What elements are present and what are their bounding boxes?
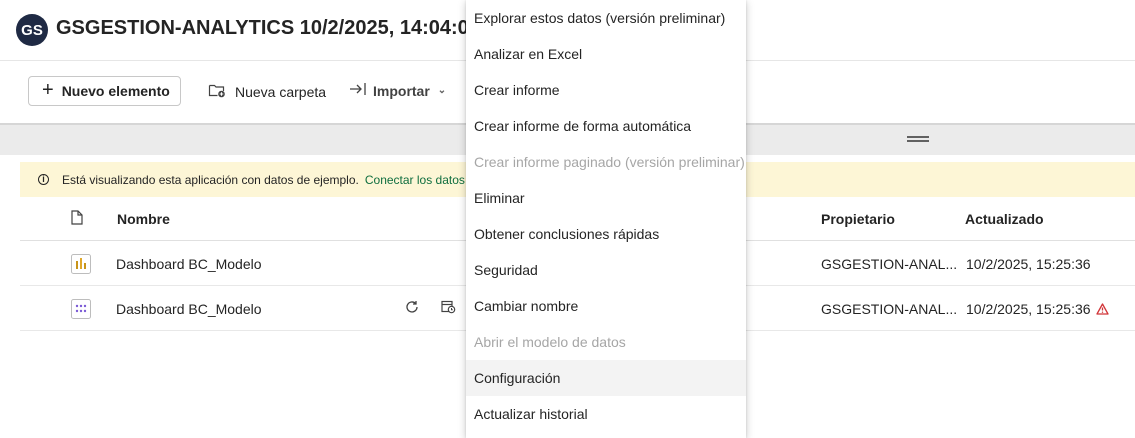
menu-item[interactable]: Crear informe	[466, 72, 746, 108]
menu-item[interactable]: Obtener conclusiones rápidas	[466, 216, 746, 252]
menu-item[interactable]: Crear informe de forma automática	[466, 108, 746, 144]
import-button[interactable]: Importar ⌄	[349, 82, 446, 99]
info-icon: i	[38, 174, 49, 185]
warning-icon[interactable]	[1096, 302, 1109, 318]
menu-item[interactable]: Actualizar historial	[466, 396, 746, 432]
file-type-icon	[71, 210, 83, 228]
item-owner: GSGESTION-ANAL...	[821, 256, 958, 272]
connect-data-link[interactable]: Conectar los datos	[365, 173, 465, 187]
column-name[interactable]: Nombre	[117, 211, 170, 227]
item-name[interactable]: Dashboard BC_Modelo	[116, 256, 262, 272]
schedule-refresh-icon[interactable]	[441, 300, 456, 317]
resize-grip-icon[interactable]	[907, 136, 929, 142]
item-updated: 10/2/2025, 15:25:36	[966, 256, 1091, 272]
notice-text: Está visualizando esta aplicación con da…	[62, 172, 359, 187]
semantic-model-icon	[71, 299, 91, 322]
menu-item: Crear informe paginado (versión prelimin…	[474, 154, 745, 170]
item-owner: GSGESTION-ANAL...	[821, 301, 958, 317]
item-updated: 10/2/2025, 15:25:36	[966, 301, 1091, 317]
report-icon	[71, 254, 91, 277]
new-folder-button[interactable]: Nueva carpeta	[208, 82, 326, 101]
menu-item: Abrir el modelo de datos	[474, 334, 626, 350]
new-item-label: Nuevo elemento	[61, 83, 170, 99]
import-label: Importar	[373, 82, 430, 99]
plus-icon: +	[42, 79, 54, 101]
workspace-avatar: GS	[16, 14, 48, 46]
item-name[interactable]: Dashboard BC_Modelo	[116, 301, 262, 317]
menu-item[interactable]: Seguridad	[466, 252, 746, 288]
column-owner[interactable]: Propietario	[821, 211, 895, 227]
menu-item[interactable]: Configuración	[466, 360, 746, 396]
workspace-title: GSGESTION-ANALYTICS 10/2/2025, 14:04:05	[56, 17, 480, 39]
folder-add-icon	[208, 82, 226, 101]
chevron-down-icon: ⌄	[437, 85, 447, 96]
menu-item[interactable]: Eliminar	[466, 180, 746, 216]
menu-item[interactable]: Cambiar nombre	[466, 288, 746, 324]
new-item-button[interactable]: + Nuevo elemento	[28, 76, 181, 106]
menu-item[interactable]: Explorar estos datos (versión preliminar…	[466, 0, 746, 36]
context-menu: Explorar estos datos (versión preliminar…	[466, 0, 746, 438]
refresh-icon[interactable]	[405, 300, 419, 317]
new-folder-label: Nueva carpeta	[235, 83, 327, 100]
menu-item[interactable]: Analizar en Excel	[466, 36, 746, 72]
column-updated[interactable]: Actualizado	[965, 211, 1044, 227]
import-icon	[349, 82, 367, 99]
